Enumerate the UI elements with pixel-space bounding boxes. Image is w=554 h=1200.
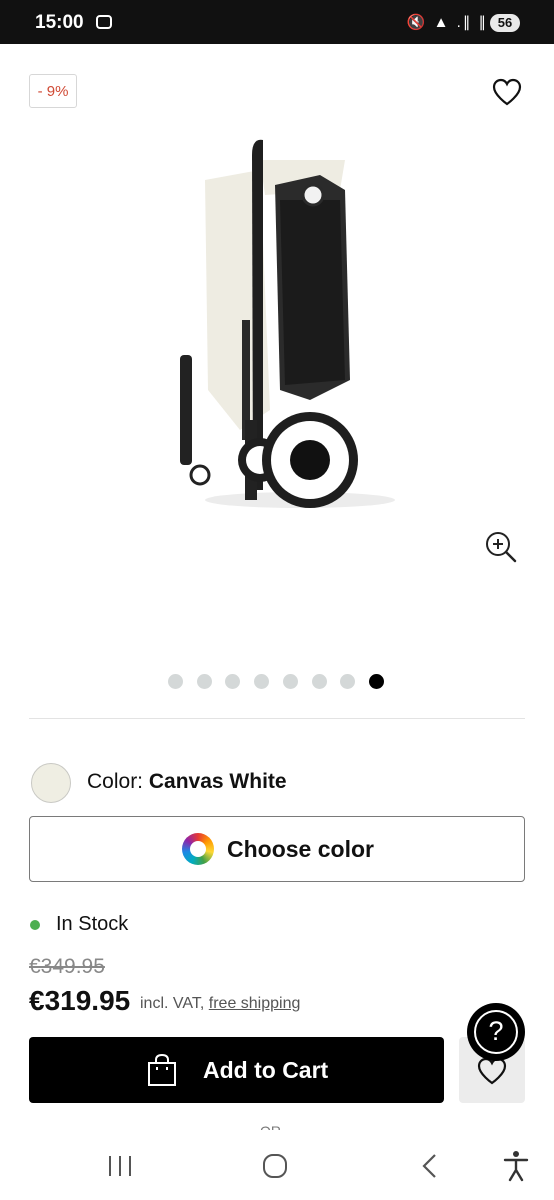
accessibility-icon[interactable] xyxy=(496,1148,536,1184)
discount-badge: - 9% xyxy=(29,74,77,108)
back-icon[interactable] xyxy=(410,1148,450,1184)
recent-apps-icon[interactable] xyxy=(100,1148,140,1184)
divider xyxy=(29,718,525,719)
zoom-in-icon[interactable] xyxy=(484,530,518,564)
color-value: Canvas White xyxy=(148,770,287,793)
free-shipping-link[interactable]: free shipping xyxy=(209,995,301,1012)
add-to-cart-label: Add to Cart xyxy=(203,1057,329,1083)
vat-note: incl. VAT, xyxy=(140,995,205,1012)
choose-color-button[interactable]: Choose color xyxy=(29,816,525,882)
color-swatch[interactable] xyxy=(31,763,71,803)
gallery-dot[interactable] xyxy=(225,674,241,689)
current-price: €319.95 xyxy=(29,985,131,1016)
choose-color-label: Choose color xyxy=(227,836,374,862)
old-price: €349.95 xyxy=(29,955,105,978)
wishlist-heart-icon[interactable] xyxy=(492,78,522,106)
status-icons: 🔇 ▲ .∥ ∥ xyxy=(406,14,488,31)
gallery-dot[interactable] xyxy=(254,674,270,689)
gallery-dot[interactable] xyxy=(340,674,356,689)
price-note: incl. VAT, free shipping xyxy=(140,995,300,1013)
gallery-dot[interactable] xyxy=(282,674,298,689)
stock-status: In Stock xyxy=(56,913,129,935)
gallery-dot[interactable] xyxy=(168,674,183,689)
shopping-bag-icon xyxy=(148,1053,176,1086)
gallery-dot[interactable] xyxy=(368,674,384,689)
screenshot-icon xyxy=(96,15,112,29)
color-label: Color: xyxy=(87,770,144,793)
help-button[interactable]: ? xyxy=(467,1003,525,1061)
battery-indicator: 56 xyxy=(490,14,520,32)
question-icon: ? xyxy=(474,1010,518,1054)
status-time: 15:00 xyxy=(35,12,84,33)
status-bar: 15:00 🔇 ▲ .∥ ∥ 56 xyxy=(0,0,554,44)
add-to-cart-button[interactable]: Add to Cart xyxy=(29,1037,444,1103)
home-icon[interactable] xyxy=(255,1148,295,1184)
android-nav-bar xyxy=(0,1132,554,1200)
gallery-dot[interactable] xyxy=(196,674,212,689)
gallery-dot[interactable] xyxy=(311,674,327,689)
color-selection: Color: Canvas White xyxy=(87,770,287,794)
or-separator: OR xyxy=(260,1120,281,1130)
product-image-stroller[interactable] xyxy=(160,130,410,520)
color-wheel-icon xyxy=(182,833,214,865)
stock-status-dot xyxy=(30,920,40,930)
heart-icon xyxy=(477,1057,507,1085)
